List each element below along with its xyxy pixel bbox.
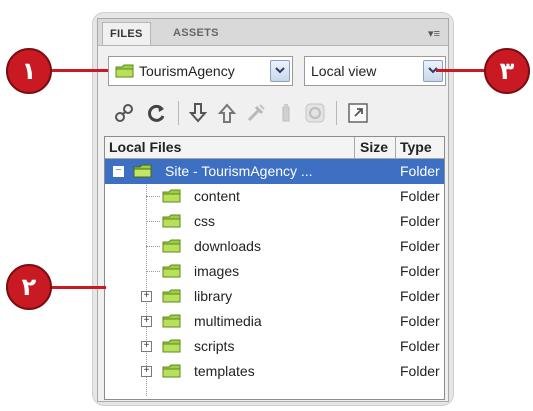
check-out-icon[interactable] [244,101,268,125]
chevron-down-icon [275,67,285,74]
folder-icon [162,314,181,328]
file-type: Folder [400,213,440,229]
file-type: Folder [400,313,440,329]
panel-options-menu-icon[interactable]: ▾≡ [428,27,440,40]
tab-files[interactable]: FILES [102,22,151,45]
file-type: Folder [400,238,440,254]
folder-icon [162,364,181,378]
expand-icon[interactable] [346,101,370,125]
toolbar [98,93,448,133]
callout-2-badge: ۲ [6,264,52,310]
folder-icon [162,289,181,303]
file-type: Folder [400,163,440,179]
put-files-icon[interactable] [215,101,239,125]
files-panel: FILES ASSETS ▾≡ TourismAgency Local view [97,18,449,402]
file-name: content [194,188,240,204]
column-local-files[interactable]: Local Files [109,137,181,158]
column-type[interactable]: Type [400,137,432,158]
callout-2-leader [44,286,106,289]
tree-connector [146,271,160,272]
callout-3-badge: ۳ [484,48,530,94]
toolbar-separator [336,101,337,125]
file-name: multimedia [194,313,262,329]
get-files-icon[interactable] [186,101,210,125]
file-row-css[interactable]: css Folder [105,209,444,234]
view-select-value: Local view [311,63,377,79]
folder-icon [162,214,181,228]
expand-toggle[interactable]: + [141,316,152,327]
tree-connector [146,221,160,222]
toolbar-separator [178,101,179,125]
site-select-value: TourismAgency [139,63,235,79]
refresh-icon[interactable] [144,101,168,125]
check-in-icon[interactable] [274,101,298,125]
view-select[interactable]: Local view [304,56,446,86]
file-name: css [194,213,215,229]
file-list: Local Files Size Type − Site - TourismAg… [104,136,445,400]
file-type: Folder [400,338,440,354]
site-select-dropdown-button[interactable] [270,60,290,82]
file-name: scripts [194,338,235,354]
file-type: Folder [400,188,440,204]
site-folder-icon [133,164,152,178]
folder-icon [162,264,181,278]
expand-toggle[interactable]: + [141,341,152,352]
file-name: templates [194,363,255,379]
expand-toggle[interactable]: + [141,291,152,302]
file-row-content[interactable]: content Folder [105,184,444,209]
folder-icon [162,189,181,203]
column-divider[interactable] [354,137,355,158]
expand-toggle[interactable]: + [141,366,152,377]
site-root-row[interactable]: − Site - TourismAgency ... Folder [105,159,444,184]
file-list-header: Local Files Size Type [105,137,444,159]
file-row-images[interactable]: images Folder [105,259,444,284]
callout-1-leader [44,69,108,72]
file-row-downloads[interactable]: downloads Folder [105,234,444,259]
file-name: images [194,263,240,279]
folder-icon [162,339,181,353]
tree-connector [146,196,160,197]
file-row-library[interactable]: + library Folder [105,284,444,309]
tree-connector [146,246,160,247]
panel-tab-strip: FILES ASSETS ▾≡ [98,19,448,46]
file-type: Folder [400,263,440,279]
folder-icon [115,64,134,78]
collapse-toggle[interactable]: − [113,166,124,177]
file-type: Folder [400,363,440,379]
callout-3-leader [436,69,486,72]
tab-assets[interactable]: ASSETS [166,22,226,44]
file-name: downloads [194,238,261,254]
connect-icon[interactable] [112,101,136,125]
file-row-scripts[interactable]: + scripts Folder [105,334,444,359]
file-row-multimedia[interactable]: + multimedia Folder [105,309,444,334]
site-select[interactable]: TourismAgency [108,56,293,86]
sync-icon[interactable] [303,101,327,125]
column-divider[interactable] [395,137,396,158]
file-type: Folder [400,288,440,304]
column-size[interactable]: Size [360,137,388,158]
folder-icon [162,239,181,253]
file-row-templates[interactable]: + templates Folder [105,359,444,384]
callout-1-badge: ۱ [6,48,52,94]
file-name: Site - TourismAgency ... [165,163,313,179]
file-name: library [194,288,233,304]
